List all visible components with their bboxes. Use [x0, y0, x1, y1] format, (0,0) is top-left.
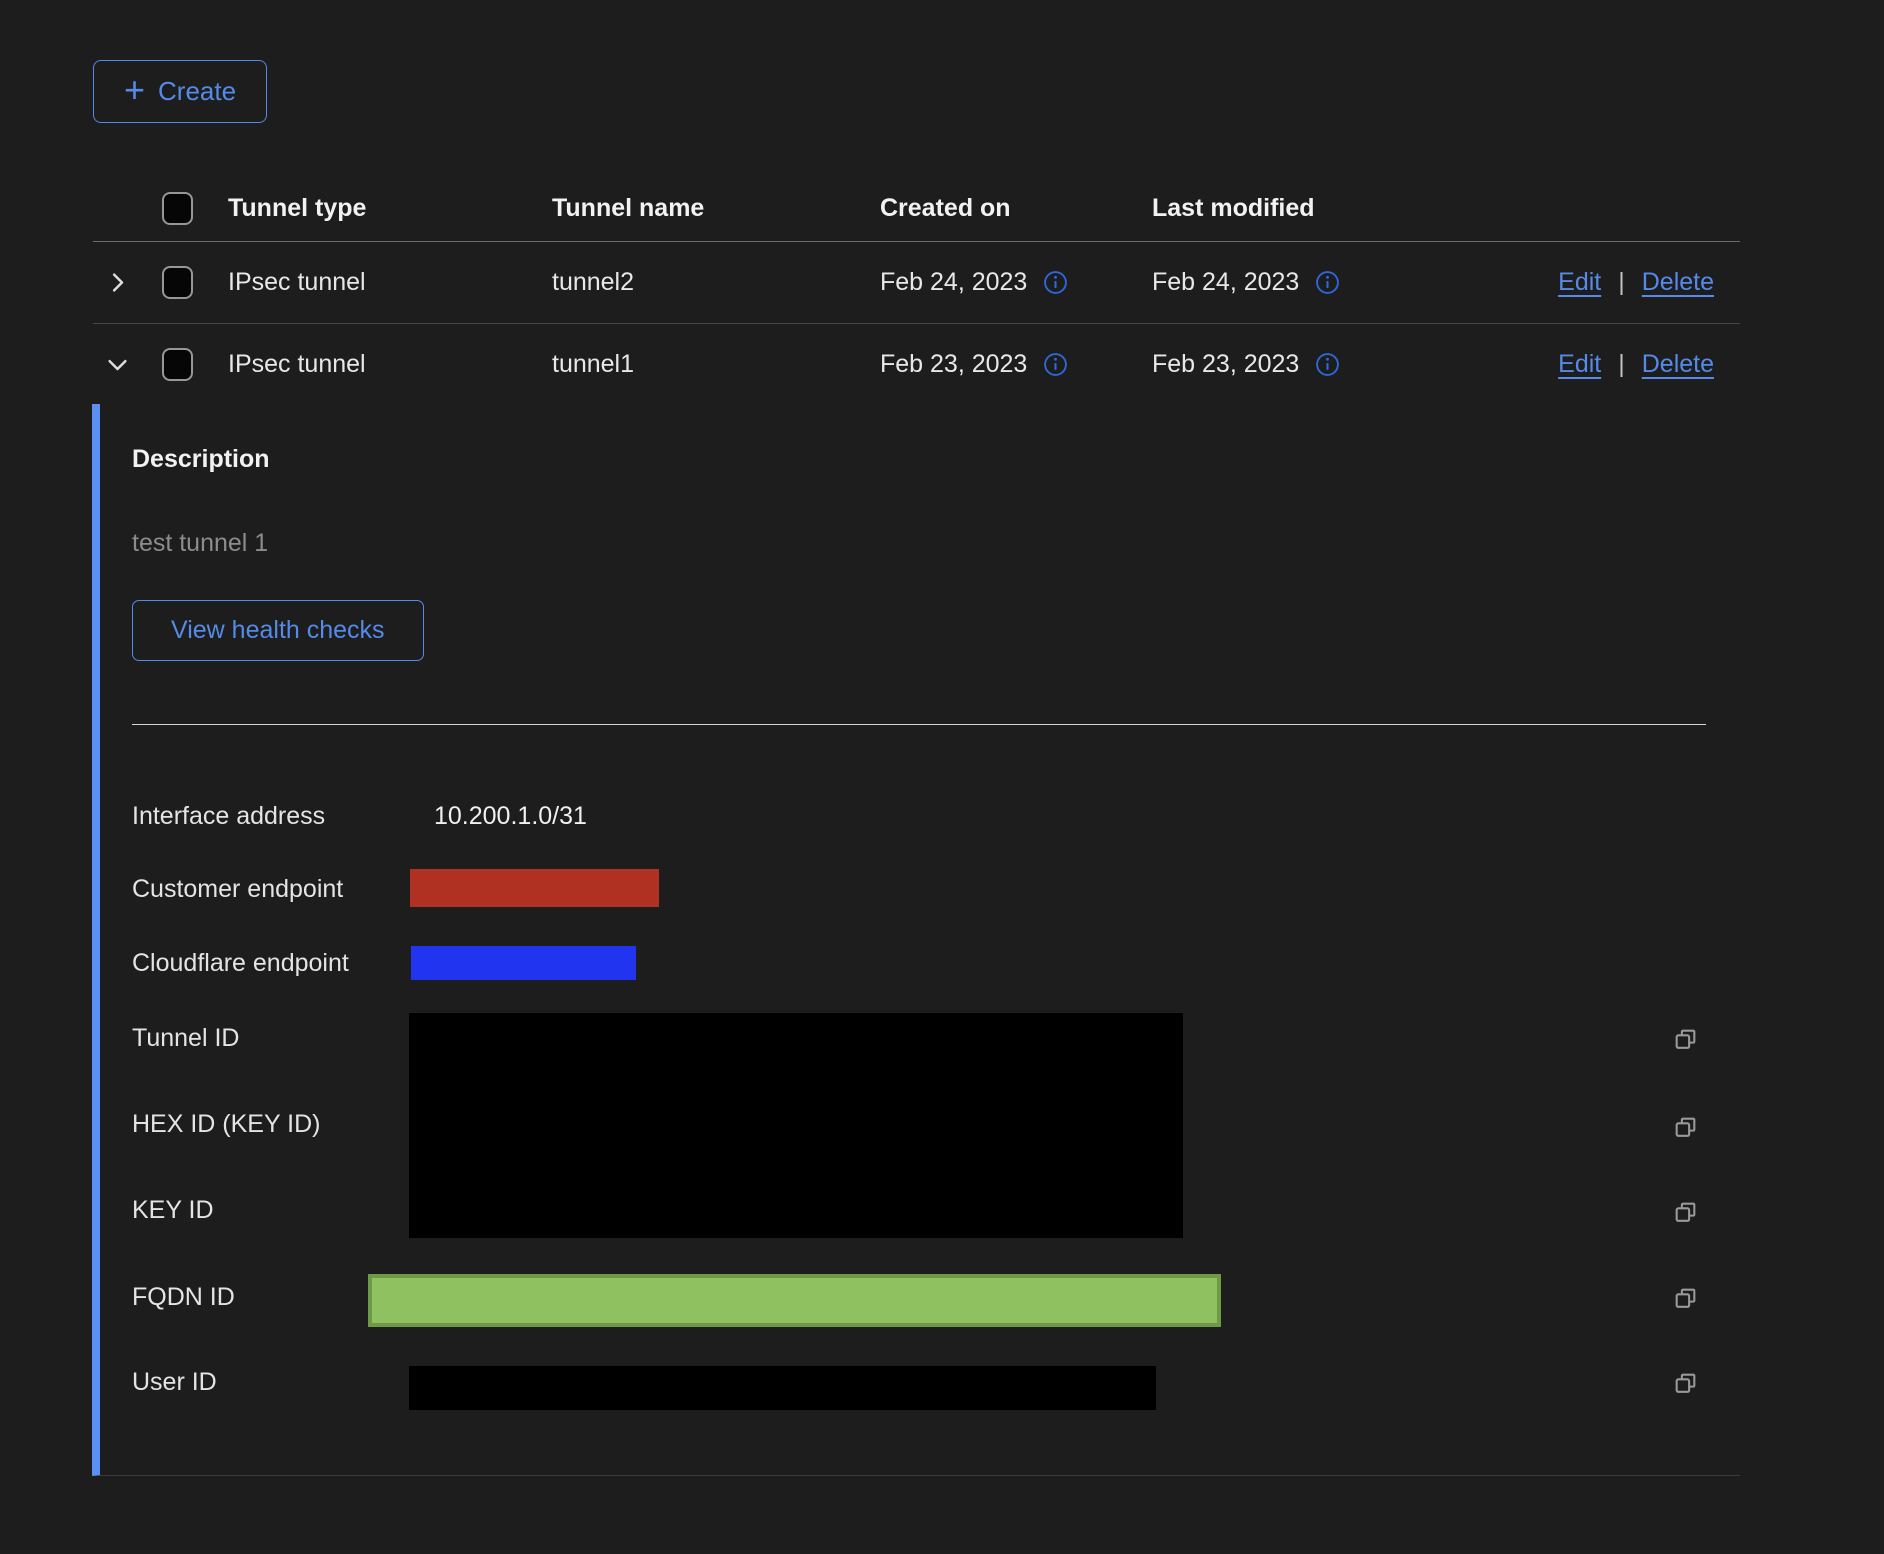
- create-button-label: Create: [158, 76, 236, 107]
- delete-link[interactable]: Delete: [1642, 268, 1714, 297]
- tunnels-table: Tunnel type Tunnel name Created on Last …: [93, 175, 1740, 405]
- link-separator: |: [1618, 350, 1625, 379]
- created-on-cell: Feb 24, 2023: [880, 268, 1027, 297]
- copy-icon: [1672, 1285, 1699, 1312]
- created-on-cell: Feb 23, 2023: [880, 350, 1027, 379]
- delete-link[interactable]: Delete: [1642, 350, 1714, 379]
- key-id-label: KEY ID: [132, 1196, 214, 1225]
- copy-icon: [1672, 1370, 1699, 1397]
- copy-icon: [1672, 1026, 1699, 1053]
- tunnel-id-label: Tunnel ID: [132, 1024, 239, 1053]
- tunnel-ids-redacted-value: [409, 1013, 1183, 1238]
- row-checkbox[interactable]: [162, 348, 193, 381]
- tunnel-name-cell: tunnel1: [552, 350, 880, 379]
- create-tunnel-button[interactable]: + Create: [93, 60, 267, 123]
- tunnel-type-cell: IPsec tunnel: [222, 350, 552, 379]
- view-health-checks-label: View health checks: [171, 616, 385, 645]
- customer-endpoint-label: Customer endpoint: [132, 875, 343, 904]
- column-header-created-on: Created on: [880, 194, 1152, 223]
- fqdn-id-label: FQDN ID: [132, 1283, 235, 1312]
- customer-endpoint-redacted-value: [410, 869, 659, 907]
- column-header-tunnel-name: Tunnel name: [552, 194, 880, 223]
- chevron-down-icon[interactable]: [104, 351, 131, 378]
- copy-icon: [1672, 1199, 1699, 1226]
- link-separator: |: [1618, 268, 1625, 297]
- tunnel-detail-panel: Description test tunnel 1 View health ch…: [92, 404, 1740, 1476]
- info-icon[interactable]: [1315, 352, 1340, 377]
- cloudflare-endpoint-label: Cloudflare endpoint: [132, 949, 349, 978]
- last-modified-cell: Feb 24, 2023: [1152, 268, 1299, 297]
- plus-icon: +: [124, 72, 145, 108]
- tunnel-name-cell: tunnel2: [552, 268, 880, 297]
- table-header-row: Tunnel type Tunnel name Created on Last …: [93, 175, 1740, 242]
- table-row: IPsec tunnel tunnel2 Feb 24, 2023 Feb 24…: [93, 242, 1740, 324]
- detail-divider: [132, 724, 1706, 725]
- copy-hex-id-button[interactable]: [1672, 1114, 1699, 1141]
- copy-key-id-button[interactable]: [1672, 1199, 1699, 1226]
- view-health-checks-button[interactable]: View health checks: [132, 600, 424, 661]
- edit-link[interactable]: Edit: [1558, 268, 1601, 297]
- column-header-tunnel-type: Tunnel type: [222, 194, 552, 223]
- user-id-redacted-value: [409, 1366, 1156, 1410]
- fqdn-id-redacted-value: [368, 1274, 1221, 1327]
- tunnel-type-cell: IPsec tunnel: [222, 268, 552, 297]
- copy-fqdn-id-button[interactable]: [1672, 1285, 1699, 1312]
- info-icon[interactable]: [1315, 270, 1340, 295]
- chevron-right-icon[interactable]: [104, 269, 131, 296]
- description-heading: Description: [132, 445, 270, 474]
- cloudflare-endpoint-redacted-value: [411, 946, 636, 980]
- interface-address-label: Interface address: [132, 802, 325, 831]
- edit-link[interactable]: Edit: [1558, 350, 1601, 379]
- copy-user-id-button[interactable]: [1672, 1370, 1699, 1397]
- user-id-label: User ID: [132, 1368, 217, 1397]
- description-value: test tunnel 1: [132, 529, 268, 558]
- table-row: IPsec tunnel tunnel1 Feb 23, 2023 Feb 23…: [93, 324, 1740, 405]
- info-icon[interactable]: [1043, 270, 1068, 295]
- column-header-last-modified: Last modified: [1152, 194, 1430, 223]
- select-all-checkbox[interactable]: [162, 192, 193, 225]
- last-modified-cell: Feb 23, 2023: [1152, 350, 1299, 379]
- interface-address-value: 10.200.1.0/31: [434, 802, 587, 831]
- row-checkbox[interactable]: [162, 266, 193, 299]
- hex-id-label: HEX ID (KEY ID): [132, 1110, 320, 1139]
- copy-icon: [1672, 1114, 1699, 1141]
- info-icon[interactable]: [1043, 352, 1068, 377]
- copy-tunnel-id-button[interactable]: [1672, 1026, 1699, 1053]
